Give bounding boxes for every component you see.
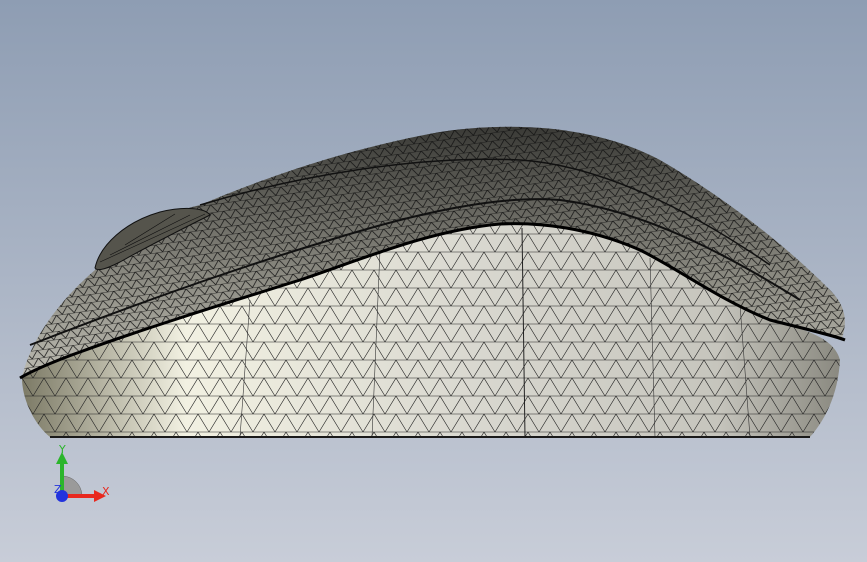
z-axis-label: Z [54,483,62,496]
y-axis-label: Y [58,443,66,456]
graphics-viewport[interactable]: Y X Z [0,0,867,562]
axis-triad[interactable]: Y X Z [40,440,120,510]
ground-line [50,436,810,438]
x-axis-label: X [102,485,110,498]
mouse-mesh-model[interactable] [0,0,867,562]
